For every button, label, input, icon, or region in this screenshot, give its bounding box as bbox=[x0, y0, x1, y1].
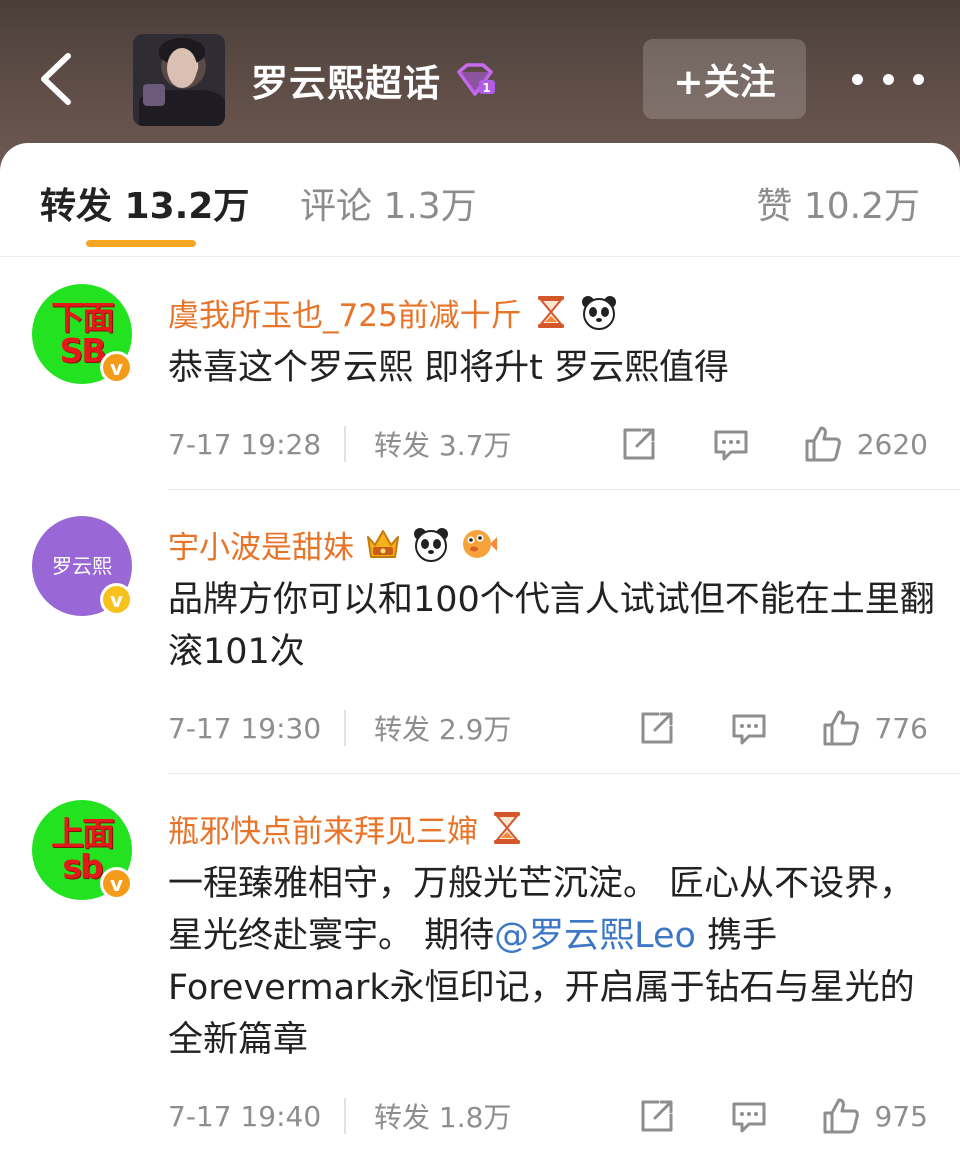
verified-badge-icon: v bbox=[100, 583, 133, 616]
pufferfish-icon bbox=[463, 530, 497, 558]
crown-icon bbox=[367, 530, 399, 558]
timestamp: 7-17 19:28 bbox=[168, 427, 322, 461]
panda-icon bbox=[414, 528, 448, 562]
tab-likes[interactable]: 赞 10.2万 bbox=[756, 177, 920, 229]
like-button[interactable]: 776 bbox=[821, 708, 928, 748]
username[interactable]: 虞我所玉也_725前减十斤 bbox=[168, 290, 618, 334]
share-icon[interactable] bbox=[637, 708, 677, 748]
username[interactable]: 瓶邪快点前来拜见三婶 bbox=[168, 806, 526, 850]
avatar[interactable]: 下面 SB v bbox=[32, 284, 133, 384]
comment-icon[interactable] bbox=[711, 424, 751, 464]
topic-title: 罗云熙超话 bbox=[251, 62, 441, 105]
timestamp: 7-17 19:30 bbox=[168, 711, 322, 745]
like-button[interactable]: 2620 bbox=[803, 424, 928, 464]
comment-actions: 975 bbox=[637, 1093, 928, 1139]
hourglass-icon bbox=[494, 812, 520, 844]
repost-count[interactable]: 转发 1.8万 bbox=[374, 1096, 511, 1136]
like-count: 975 bbox=[874, 1099, 928, 1133]
svg-text:1: 1 bbox=[482, 81, 491, 95]
back-arrow-icon bbox=[41, 53, 71, 105]
comment-icon[interactable] bbox=[729, 708, 769, 748]
like-count: 2620 bbox=[856, 427, 928, 461]
comment-text: 一程臻雅相守，万般光芒沉淀。 匠心从不设界，星光终赴寰宇。 期待@罗云熙Leo … bbox=[168, 864, 915, 1060]
comment-text: 品牌方你可以和100个代言人试试但不能在土里翻滚101次 bbox=[168, 580, 935, 672]
comment-text: 恭喜这个罗云熙 即将升t 罗云熙值得 bbox=[168, 348, 729, 388]
tab-bar: 转发 13.2万 评论 1.3万 赞 10.2万 bbox=[0, 143, 960, 257]
thumbs-up-icon bbox=[803, 424, 843, 464]
timestamp: 7-17 19:40 bbox=[168, 1099, 322, 1133]
list-item: 下面 SB v 虞我所玉也_725前减十斤 恭喜这个罗云熙 即将升t 罗云熙值得… bbox=[0, 284, 960, 490]
thumbs-up-icon bbox=[821, 708, 861, 748]
divider bbox=[344, 426, 346, 462]
dot-icon bbox=[913, 73, 924, 85]
divider bbox=[168, 489, 960, 490]
like-button[interactable]: 975 bbox=[821, 1096, 928, 1136]
dot-icon bbox=[882, 73, 894, 85]
active-tab-indicator bbox=[86, 240, 196, 247]
topic-title-group[interactable]: 罗云熙超话 1 bbox=[251, 55, 497, 105]
thumbs-up-icon bbox=[821, 1096, 861, 1136]
tab-comments[interactable]: 评论 1.3万 bbox=[300, 177, 477, 229]
comment-actions: 776 bbox=[637, 705, 928, 751]
divider bbox=[344, 1098, 346, 1134]
share-icon[interactable] bbox=[637, 1096, 677, 1136]
repost-count[interactable]: 转发 3.7万 bbox=[374, 424, 511, 464]
share-icon[interactable] bbox=[619, 424, 659, 464]
follow-button[interactable]: +关注 bbox=[643, 39, 806, 119]
tab-reposts[interactable]: 转发 13.2万 bbox=[40, 177, 249, 229]
more-options-button[interactable] bbox=[852, 54, 924, 104]
topic-avatar[interactable] bbox=[133, 34, 225, 126]
hourglass-icon bbox=[537, 296, 564, 328]
avatar[interactable]: 上面 sb v bbox=[32, 800, 133, 900]
mention-link[interactable]: @罗云熙Leo bbox=[494, 916, 696, 956]
avatar[interactable]: 罗云熙 v bbox=[32, 516, 133, 616]
list-item: 上面 sb v 瓶邪快点前来拜见三婶 一程臻雅相守，万般光芒沉淀。 匠心从不设界… bbox=[0, 800, 960, 1163]
like-count: 776 bbox=[874, 711, 928, 745]
repost-count[interactable]: 转发 2.9万 bbox=[374, 708, 511, 748]
dot-icon bbox=[852, 73, 863, 85]
panda-icon bbox=[581, 296, 616, 330]
username[interactable]: 宇小波是甜妹 bbox=[168, 522, 498, 566]
verified-badge-icon: v bbox=[100, 351, 133, 384]
comment-actions: 2620 bbox=[619, 421, 928, 467]
divider bbox=[344, 710, 346, 746]
content-sheet: 转发 13.2万 评论 1.3万 赞 10.2万 下面 SB v 虞我所玉也_7… bbox=[0, 143, 960, 1163]
back-button[interactable] bbox=[30, 44, 80, 114]
divider bbox=[168, 773, 960, 774]
list-item: 罗云熙 v 宇小波是甜妹 品牌方你可以和100个代言人试试但不能在土里翻滚101… bbox=[0, 516, 960, 774]
diamond-level-icon: 1 bbox=[457, 63, 495, 96]
verified-badge-icon: v bbox=[100, 867, 133, 900]
comment-icon[interactable] bbox=[729, 1096, 769, 1136]
